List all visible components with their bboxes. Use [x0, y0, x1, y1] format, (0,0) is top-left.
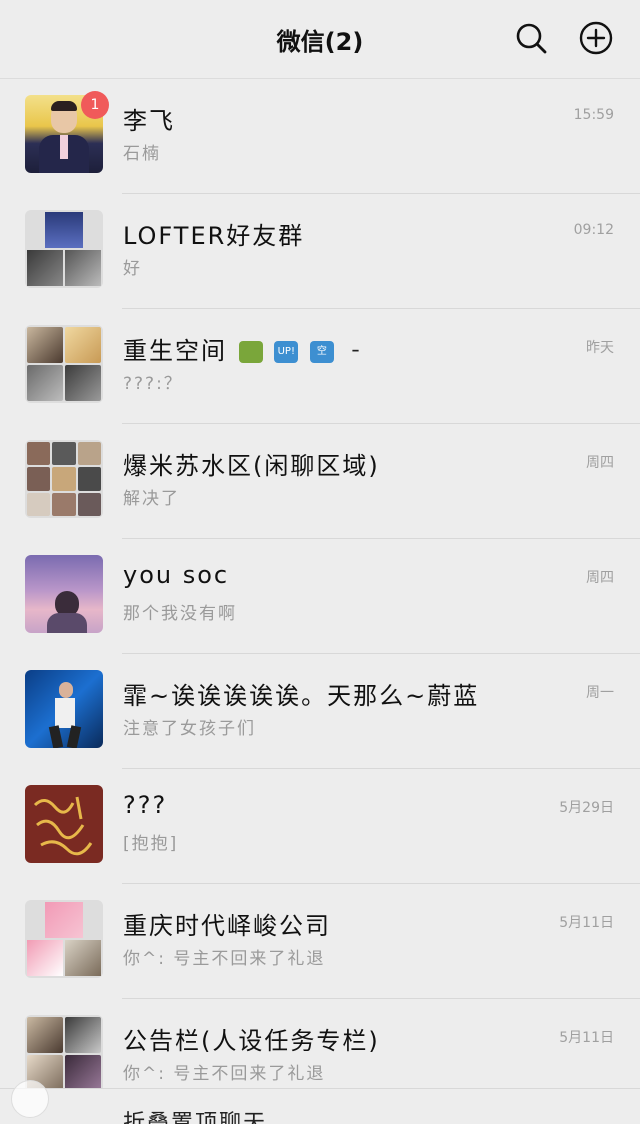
chat-name: 重庆时代峄峻公司: [123, 912, 331, 940]
chat-time: 周一: [586, 685, 614, 701]
plus-circle-icon[interactable]: [578, 20, 614, 56]
avatar: [25, 785, 103, 863]
chat-row-popcorn-water[interactable]: 爆米苏水区(闲聊区域) 解决了 周四: [0, 424, 640, 539]
chat-preview: [抱抱]: [123, 834, 179, 854]
chat-row-question-marks[interactable]: ??? [抱抱] 5月29日: [0, 769, 640, 884]
chat-preview: 解决了: [123, 489, 180, 509]
chat-row-you-soc[interactable]: you soc 那个我没有啊 周四: [0, 539, 640, 654]
chat-preview: 石楠: [123, 144, 161, 164]
chat-preview: 好: [123, 259, 142, 279]
avatar: [25, 325, 103, 403]
chat-time: 5月11日: [559, 1030, 614, 1046]
avatar: [25, 440, 103, 518]
chat-preview: 那个我没有啊: [123, 604, 237, 624]
minus-emoji-icon: ━: [352, 346, 359, 357]
chat-list: 1 李飞 石楠 15:59 LOFTER好友群 好 09:12 重生空间 UP!…: [0, 79, 640, 1114]
folded-pinned-chats-label: 折叠置顶聊天: [123, 1111, 268, 1124]
folded-pinned-chats[interactable]: 折叠置顶聊天: [0, 1088, 640, 1124]
avatar: [25, 670, 103, 748]
chat-time: 周四: [586, 455, 614, 471]
chat-preview: 你^: 号主不回来了礼退: [123, 949, 326, 969]
top-bar: 微信(2): [0, 0, 640, 79]
chat-time: 昨天: [586, 340, 614, 356]
chat-row-chongqing-company[interactable]: 重庆时代峄峻公司 你^: 号主不回来了礼退 5月11日: [0, 884, 640, 999]
chat-time: 5月11日: [559, 915, 614, 931]
chat-preview: 你^: 号主不回来了礼退: [123, 1064, 326, 1084]
up-emoji-icon: UP!: [274, 341, 299, 363]
chat-name: 重生空间 UP! 空 ━: [123, 331, 366, 366]
empty-emoji-icon: 空: [309, 341, 334, 363]
avatar: [25, 210, 103, 288]
chat-preview: 注意了女孩子们: [123, 719, 256, 739]
calligraphy-icon: [33, 796, 93, 856]
avatar: [25, 555, 103, 633]
chat-time: 09:12: [573, 222, 614, 238]
chat-time: 5月29日: [559, 800, 614, 816]
avatar: [25, 900, 103, 978]
chat-name: 爆米苏水区(闲聊区域): [123, 452, 380, 480]
chat-preview: ???:？: [123, 374, 183, 394]
chat-row-li-fei[interactable]: 1 李飞 石楠 15:59: [0, 79, 640, 194]
chat-name: 李飞: [123, 107, 175, 135]
watermark-icon: [11, 1080, 49, 1118]
chat-time: 周四: [586, 570, 614, 586]
chat-name: LOFTER好友群: [123, 222, 305, 250]
caterpillar-emoji-icon: [238, 341, 263, 363]
chat-name: 霏~诶诶诶诶诶。天那么~蔚蓝: [123, 682, 480, 710]
chat-row-fei-blue[interactable]: 霏~诶诶诶诶诶。天那么~蔚蓝 注意了女孩子们 周一: [0, 654, 640, 769]
chat-row-lofter-group[interactable]: LOFTER好友群 好 09:12: [0, 194, 640, 309]
search-icon[interactable]: [513, 20, 549, 56]
chat-name: 公告栏(人设任务专栏): [123, 1027, 380, 1055]
chat-time: 15:59: [573, 107, 614, 123]
unread-badge: 1: [81, 91, 109, 119]
chat-name: you soc: [123, 561, 230, 589]
chat-row-rebirth-space[interactable]: 重生空间 UP! 空 ━ ???:？ 昨天: [0, 309, 640, 424]
chat-name: ???: [123, 791, 168, 819]
